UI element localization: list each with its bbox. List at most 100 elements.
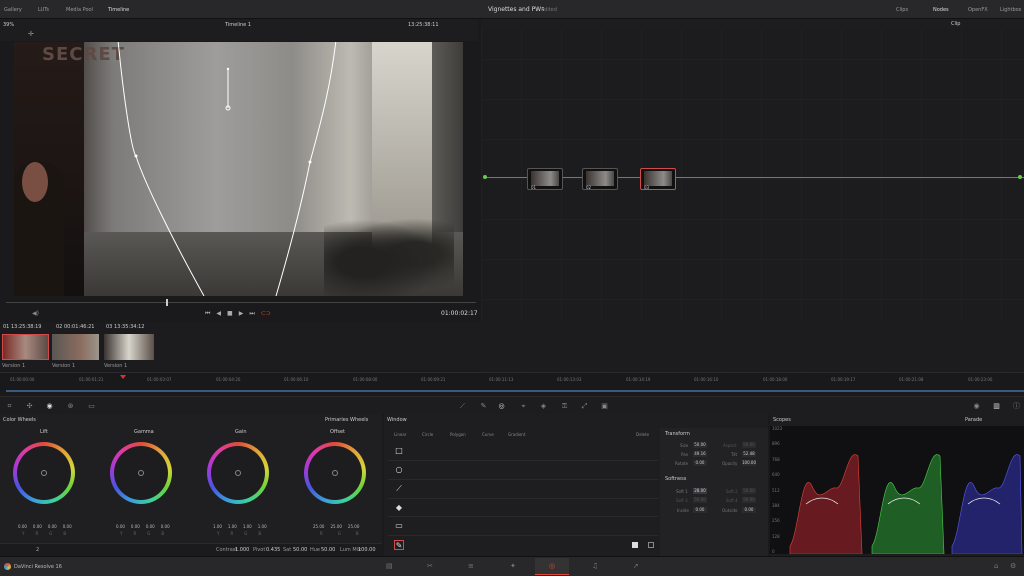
scopes-toggle-icon[interactable]: ▥ [992,402,1001,411]
node-01[interactable]: 01 [527,168,563,190]
gradient-window-icon[interactable]: ▭ [394,521,404,531]
offset-values[interactable]: 25.00 25.00 25.00 [313,524,359,529]
soft2-value[interactable]: 50.00 [742,488,756,494]
pivot-value[interactable]: 0.435 [266,547,280,553]
lift-wheel[interactable] [13,442,75,504]
home-icon[interactable]: ⌂ [994,562,998,570]
loop-icon[interactable]: ⊂⊃ [261,310,271,318]
window-tool-icon[interactable]: ◎ [497,402,506,411]
invert-window-toggle[interactable] [632,542,638,548]
sizing-icon[interactable]: ⤢ [580,402,589,411]
polygon-window-icon[interactable]: ◆ [394,503,404,513]
gain-values[interactable]: 1.00 1.00 1.00 1.00 [213,524,267,529]
gamma-wheel[interactable] [110,442,172,504]
node-03[interactable]: 03 [640,168,676,190]
page-edit-icon[interactable]: ≡ [468,562,474,570]
curves-icon[interactable]: ⟋ [458,402,467,411]
linear-window-icon[interactable]: ⟋ [394,484,404,494]
zoom-level[interactable]: 39% [3,22,14,28]
top-nodes-button[interactable]: Nodes [933,7,949,13]
opacity-value[interactable]: 100.00 [742,460,756,466]
page-fairlight-icon[interactable]: ♫ [592,562,598,570]
delete-button[interactable]: Delete [636,432,649,437]
settings-icon[interactable]: ⓘ [1012,402,1021,411]
stop-icon[interactable]: ■ [227,310,233,318]
camera-raw-icon[interactable]: ⌗ [5,402,14,411]
contrast-value[interactable]: 1.000 [235,547,249,553]
skip-start-icon[interactable]: ⏮ [205,310,210,318]
curve-window-icon[interactable]: ✎ [394,540,404,550]
page-indicator[interactable]: 2 [36,547,39,553]
mode-circle[interactable]: Circle [422,432,433,437]
viewer-scrubber[interactable] [6,302,476,303]
sat-value[interactable]: 50.00 [293,547,307,553]
mode-linear[interactable]: Linear [394,432,406,437]
page-deliver-icon[interactable]: ➚ [633,562,639,570]
step-back-icon[interactable]: ◀ [216,310,221,318]
top-lightbox-button[interactable]: Lightbox [1000,7,1022,13]
wheels-mode-dropdown[interactable]: Primaries Wheels [325,417,368,423]
pan-value[interactable]: 49.16 [693,451,707,457]
scopes-mode-dropdown[interactable]: Parade [965,417,982,423]
page-fusion-icon[interactable]: ✦ [510,562,516,570]
top-clips-button[interactable]: Clips [896,7,908,13]
gamma-values[interactable]: 0.00 0.00 0.00 0.00 [116,524,170,529]
soft3-value[interactable]: 50.00 [693,497,707,503]
mode-polygon[interactable]: Polygon [450,432,466,437]
clip-02-thumb[interactable] [52,334,99,360]
clip-03-thumb[interactable] [104,334,154,360]
page-media-icon[interactable]: ▤ [386,562,393,570]
offset-wheel[interactable] [304,442,366,504]
transform-title: Transform [665,431,690,437]
lum-mix-value[interactable]: 100.00 [358,547,376,553]
top-openfx-button[interactable]: OpenFX [968,7,988,13]
timeline-name[interactable]: Timeline 1 [225,22,251,28]
audio-icon[interactable]: ◀) [32,310,39,317]
page-color-icon[interactable]: ◎ [535,558,569,575]
clip-01-thumb[interactable] [2,334,49,360]
soft4-value[interactable]: 50.00 [742,497,756,503]
playhead-marker[interactable] [120,375,126,379]
tracker-icon[interactable]: ⌖ [519,402,528,411]
mask-window-toggle[interactable] [648,542,654,548]
tilt-value[interactable]: 52.48 [742,451,756,457]
timeline-ruler[interactable] [0,372,1024,392]
qualifier-icon[interactable]: ✎ [479,402,488,411]
mode-curve[interactable]: Curve [482,432,494,437]
viewer-image[interactable]: SECRET [14,42,463,296]
tab-media-pool[interactable]: Media Pool [66,7,93,13]
soft1-value[interactable]: 28.00 [693,488,707,494]
scrubber-head[interactable] [166,299,168,306]
tab-luts[interactable]: LUTs [38,7,49,13]
3d-icon[interactable]: ▣ [600,402,609,411]
mode-gradient[interactable]: Gradient [508,432,525,437]
tick-4: 01:00:04:20 [216,377,241,382]
key-icon[interactable]: ⚿ [560,402,569,411]
play-icon[interactable]: ▶ [239,310,244,318]
size-value[interactable]: 50.00 [693,442,707,448]
square-window-icon[interactable]: □ [394,446,404,456]
page-cut-icon[interactable]: ✂ [427,562,433,570]
settings-gear-icon[interactable]: ⚙ [1010,562,1016,570]
color-wheels-icon[interactable]: ◉ [45,402,54,411]
tab-gallery[interactable]: Gallery [4,7,22,13]
lift-values[interactable]: 0.00 0.00 0.00 0.00 [18,524,72,529]
info-icon[interactable]: ◉ [972,402,981,411]
window-shape-overlay[interactable] [14,42,463,296]
crosshair-icon[interactable]: ✛ [28,30,34,38]
blur-icon[interactable]: ◈ [539,402,548,411]
inside-value[interactable]: 0.00 [693,507,707,513]
rgb-mixer-icon[interactable]: ⊛ [66,402,75,411]
tab-timeline[interactable]: Timeline [108,7,129,13]
skip-end-icon[interactable]: ⏭ [249,310,254,318]
hue-value[interactable]: 50.00 [321,547,335,553]
motion-effects-icon[interactable]: ▭ [87,402,96,411]
circle-window-icon[interactable]: ○ [394,465,404,475]
rotate-value[interactable]: 0.00 [693,460,707,466]
color-match-icon[interactable]: ✣ [25,402,34,411]
aspect-value[interactable]: 50.00 [742,442,756,448]
gain-wheel[interactable] [207,442,269,504]
node-clip-dropdown[interactable]: Clip [951,21,960,27]
outside-value[interactable]: 0.00 [742,507,756,513]
node-02[interactable]: 02 [582,168,618,190]
